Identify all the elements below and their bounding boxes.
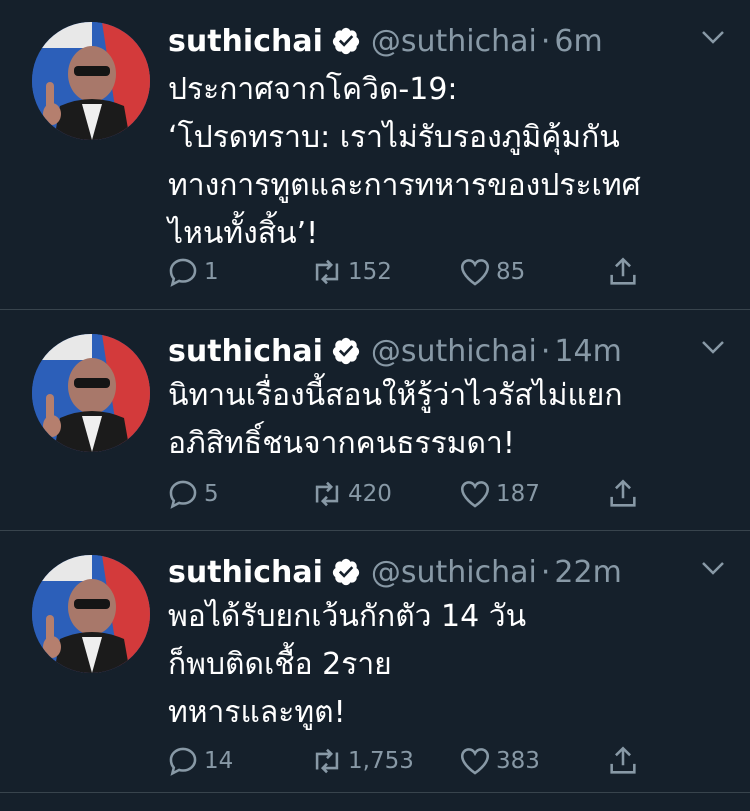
like-count: 187 (496, 481, 540, 507)
like-button[interactable]: 85 (458, 250, 525, 294)
share-button[interactable] (606, 250, 644, 294)
reply-count: 14 (204, 748, 234, 774)
tweet[interactable]: suthichai @suthichai · 14m นิทานเรื่องนี… (0, 310, 750, 531)
retweet-button[interactable]: 152 (310, 250, 392, 294)
verified-badge-icon (331, 26, 361, 56)
reply-icon (169, 480, 197, 509)
separator: · (540, 23, 551, 59)
separator: · (540, 554, 551, 590)
reply-button[interactable]: 14 (166, 739, 233, 783)
avatar[interactable] (32, 22, 150, 140)
chevron-down-icon[interactable] (698, 22, 728, 52)
verified-badge-icon (331, 557, 361, 587)
handle[interactable]: @suthichai (371, 334, 537, 369)
retweet-button[interactable]: 1,753 (310, 739, 414, 783)
retweet-count: 152 (348, 259, 392, 285)
share-button[interactable] (606, 472, 644, 516)
tweet-actions: 1 152 85 (166, 250, 646, 294)
reply-icon (169, 747, 197, 776)
chevron-down-icon[interactable] (698, 332, 728, 362)
reply-count: 5 (204, 481, 219, 507)
verified-badge-icon (331, 336, 361, 366)
tweet-header: suthichai @suthichai · 14m (168, 324, 750, 378)
share-icon (610, 257, 636, 285)
share-icon (610, 479, 636, 507)
tweet-header: suthichai @suthichai · 22m (168, 545, 750, 599)
heart-icon (460, 481, 490, 508)
reply-icon (169, 258, 197, 287)
like-count: 85 (496, 259, 526, 285)
retweet-icon (315, 748, 339, 774)
tweet-text: ประกาศจากโควิด-19: ‘โปรดทราบ: เราไม่รับร… (168, 72, 641, 251)
display-name[interactable]: suthichai (168, 334, 323, 369)
tweet[interactable]: suthichai @suthichai · 6m ประกาศจากโควิด… (0, 0, 750, 310)
tweet-text: พอได้รับยกเว้นกักตัว 14 วัน ก็พบติดเชื้อ… (168, 599, 527, 730)
heart-icon (460, 259, 490, 286)
separator: · (540, 333, 551, 369)
timestamp[interactable]: 22m (554, 555, 621, 590)
tweet-text: นิทานเรื่องนี้สอนให้รู้ว่าไวรัสไม่แยก อภ… (168, 378, 623, 461)
chevron-down-icon[interactable] (698, 553, 728, 583)
like-button[interactable]: 383 (458, 739, 540, 783)
like-button[interactable]: 187 (458, 472, 540, 516)
retweet-count: 420 (348, 481, 392, 507)
tweet[interactable]: suthichai @suthichai · 22m พอได้รับยกเว้… (0, 531, 750, 793)
timestamp[interactable]: 14m (554, 334, 621, 369)
share-icon (610, 746, 636, 774)
heart-icon (460, 748, 490, 775)
tweet-actions: 5 420 187 (166, 472, 646, 516)
retweet-icon (315, 481, 339, 507)
retweet-icon (315, 259, 339, 285)
tweet-feed: suthichai @suthichai · 6m ประกาศจากโควิด… (0, 0, 750, 811)
reply-button[interactable]: 5 (166, 472, 219, 516)
reply-button[interactable]: 1 (166, 250, 219, 294)
reply-count: 1 (204, 259, 219, 285)
handle[interactable]: @suthichai (371, 24, 537, 59)
timestamp[interactable]: 6m (554, 24, 602, 59)
handle[interactable]: @suthichai (371, 555, 537, 590)
avatar[interactable] (32, 334, 150, 452)
retweet-count: 1,753 (348, 748, 414, 774)
display-name[interactable]: suthichai (168, 24, 323, 59)
tweet-header: suthichai @suthichai · 6m (168, 14, 750, 68)
avatar[interactable] (32, 555, 150, 673)
display-name[interactable]: suthichai (168, 555, 323, 590)
tweet-actions: 14 1,753 383 (166, 739, 646, 783)
like-count: 383 (496, 748, 540, 774)
share-button[interactable] (606, 739, 644, 783)
retweet-button[interactable]: 420 (310, 472, 392, 516)
